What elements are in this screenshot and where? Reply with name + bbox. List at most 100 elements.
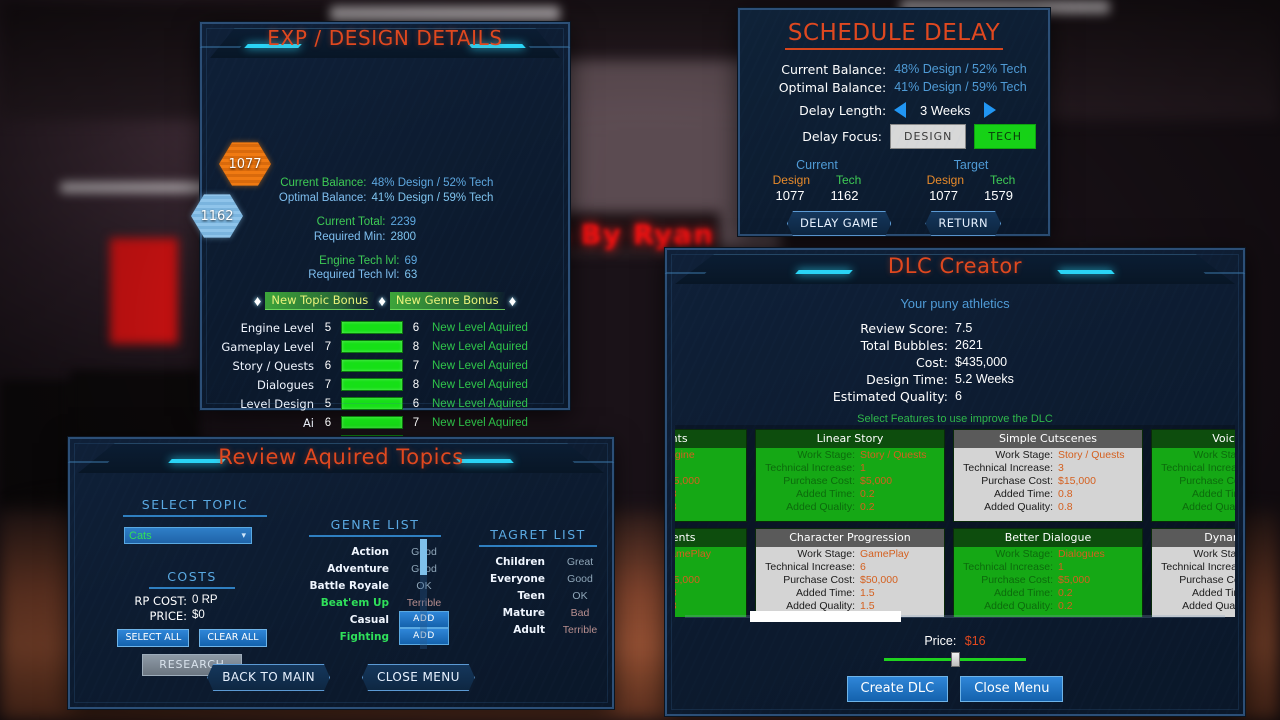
dlc-feature-field-label: Added Quality: (1182, 599, 1235, 612)
dlc-feature-name: Simple Cutscenes (954, 430, 1142, 448)
dlc-feature-field: Work Stage: Story / Quests (954, 448, 1142, 461)
genre-row[interactable]: Fighting ADD (300, 628, 450, 645)
clear-all-button[interactable]: CLEAR ALL (199, 629, 267, 647)
dlc-price-slider[interactable] (884, 652, 1026, 667)
current-tech-value: 1162 (830, 188, 859, 203)
skill-level-from: 6 (324, 416, 332, 429)
dlc-feature-field: Purchase Cost: $50,000 (756, 573, 944, 586)
delay-focus-design-button[interactable]: DESIGN (889, 124, 967, 149)
dlc-feature-card[interactable]: Dynamic WorldWork Stage:World DesignTech… (1151, 528, 1235, 617)
dlc-feature-field-value: GamePlay (675, 547, 712, 560)
select-all-button[interactable]: SELECT ALL (117, 629, 190, 647)
exp-panel-title: EXP / DESIGN DETAILS (267, 26, 503, 50)
return-button[interactable]: RETURN (925, 211, 1001, 236)
dlc-feature-field: Purchase Cost:$15,000 (675, 573, 746, 586)
dlc-feature-grid: AchievmentsWork Stage:EngineTechnical In… (675, 429, 1235, 617)
current-design-label: Design (772, 173, 810, 187)
tech-points-value: 1162 (191, 194, 243, 238)
genre-scrollbar-thumb[interactable] (420, 539, 427, 575)
dlc-feature-field: Added Time: 0.8 (954, 487, 1142, 500)
delay-length-decrease-icon[interactable] (894, 102, 907, 118)
skill-progress-bar (341, 321, 403, 334)
skill-progress-bar (341, 416, 403, 429)
skill-status-message: New Level Aquired (432, 397, 528, 410)
engine-tech-value: 69 (404, 255, 418, 267)
dlc-scrollbar-thumb[interactable] (749, 611, 901, 622)
topic-dropdown[interactable]: Cats ▾ (124, 527, 252, 544)
genre-row[interactable]: Beat'em Up Terrible (300, 594, 450, 611)
dlc-feature-field: Purchase Cost:$15,000 (954, 474, 1142, 487)
dlc-feature-card[interactable]: AchievmentsWork Stage:EngineTechnical In… (675, 429, 747, 522)
skill-row: Level Design 5 6 New Level Aquired (216, 394, 554, 413)
design-points-value: 1077 (219, 142, 271, 186)
dlc-subtitle: Your puny athletics (900, 296, 1010, 311)
skill-level-from: 7 (324, 340, 332, 353)
target-design-value: 1077 (929, 188, 958, 203)
dlc-feature-field-label: Work Stage: (797, 547, 855, 560)
dlc-feature-field-value: 3 (675, 462, 746, 474)
dlc-stat-label: Review Score: (860, 321, 948, 336)
dlc-stat-value: 2621 (955, 338, 983, 352)
dlc-stat-label: Estimated Quality: (832, 389, 948, 404)
dlc-feature-name: Character Progression (756, 529, 944, 547)
skill-level-from: 5 (324, 321, 332, 334)
skill-level-to: 8 (412, 340, 420, 353)
close-menu-button[interactable]: CLOSE MENU (362, 664, 475, 691)
dlc-price-slider-knob[interactable] (951, 652, 960, 667)
dlc-feature-field-value: GamePlay (860, 547, 910, 560)
dlc-feature-field: Technical Increase:3 (675, 461, 746, 474)
dlc-feature-field-value: Story / Quests (860, 448, 927, 461)
dlc-feature-scroller[interactable]: AchievmentsWork Stage:EngineTechnical In… (675, 425, 1235, 617)
dlc-feature-field-label: Purchase Cost: (1179, 573, 1235, 586)
back-to-main-button[interactable]: BACK TO MAIN (207, 664, 330, 691)
dlc-feature-card[interactable]: Ai ImprovmentsWork Stage:GamePlayTechnic… (675, 528, 747, 617)
dlc-horizontal-scrollbar[interactable] (685, 611, 1225, 622)
dlc-feature-card[interactable]: Voice ActingWork Stage:DialoguesTechnica… (1151, 429, 1235, 522)
review-aquired-topics-panel: Review Aquired Topics SELECT TOPIC Cats … (67, 437, 615, 709)
dlc-feature-field-value: $5,000 (1058, 573, 1091, 586)
genre-row[interactable]: Casual ADD (300, 611, 450, 628)
dlc-feature-field-value: $15,000 (675, 573, 700, 586)
sd-optimal-balance-value: 41% Design / 59% Tech (894, 80, 1027, 94)
dlc-feature-field-label: Work Stage: (995, 547, 1053, 560)
delay-length-increase-icon[interactable] (984, 102, 997, 118)
dlc-feature-field: Technical Increase:3 (1152, 461, 1235, 474)
target-name: Children (495, 555, 545, 568)
genre-name: Fighting (339, 630, 389, 643)
dlc-feature-card[interactable]: Better Dialogue Work Stage: Dialogues Techn… (953, 528, 1143, 617)
schedule-delay-title: SCHEDULE DELAY (787, 20, 1001, 46)
target-rows: Children Great Everyone Good Teen OK Mature Bad… (470, 553, 606, 638)
delay-focus-tech-button[interactable]: TECH (974, 124, 1036, 149)
dlc-feature-field-label: Added Time: (1192, 487, 1235, 500)
genre-row[interactable]: Battle Royale OK (300, 577, 450, 594)
delay-game-button[interactable]: DELAY GAME (787, 211, 891, 236)
dlc-feature-field-label: Technical Increase: (1161, 461, 1235, 474)
diamond-icon: ♦ (253, 292, 262, 310)
skill-status-message: New Level Aquired (432, 378, 528, 391)
close-menu-button[interactable]: Close Menu (960, 676, 1064, 702)
dlc-stat-row: Design Time: 5.2 Weeks (667, 372, 1243, 389)
dlc-feature-field: Purchase Cost: $5,000 (756, 474, 944, 487)
genre-row[interactable]: ActionGood (300, 543, 450, 560)
genre-row[interactable]: AdventureGood (300, 560, 450, 577)
topic-dropdown-value: Cats (129, 529, 152, 542)
chevron-down-icon: ▾ (241, 530, 246, 540)
dlc-feature-field: Work Stage:GamePlay (675, 547, 746, 560)
dlc-creator-panel: DLC Creator Your puny athletics Review S… (664, 248, 1246, 716)
dlc-feature-card[interactable]: Linear Story Work Stage: Story / Quests Tec… (755, 429, 945, 522)
skill-status-message: New Level Aquired (432, 340, 528, 353)
schedule-delay-rows: Current Balance: 48% Design / 52% Tech Op… (740, 60, 1048, 149)
skill-name: Ai (302, 415, 314, 430)
dlc-feature-field-value: 3 (675, 561, 746, 573)
dlc-feature-field-value: $15,000 (1058, 474, 1096, 487)
dlc-feature-card[interactable]: Simple Cutscenes Work Stage: Story / Quest… (953, 429, 1143, 522)
skill-level-from: 7 (324, 378, 332, 391)
schedule-delay-buttons: DELAY GAME RETURN (740, 211, 1048, 236)
create-dlc-button[interactable]: Create DLC (846, 676, 949, 702)
dlc-feature-field: Technical Increase:3 (675, 560, 746, 573)
skill-status-message: New Level Aquired (432, 416, 528, 429)
genre-list-scrollbar[interactable] (420, 539, 427, 649)
dlc-feature-field: Added Quality:0.8 (1152, 500, 1235, 513)
sd-optimal-balance-label: Optimal Balance: (778, 79, 887, 95)
dlc-feature-card[interactable]: Character Progression Work Stage: GamePlay… (755, 528, 945, 617)
